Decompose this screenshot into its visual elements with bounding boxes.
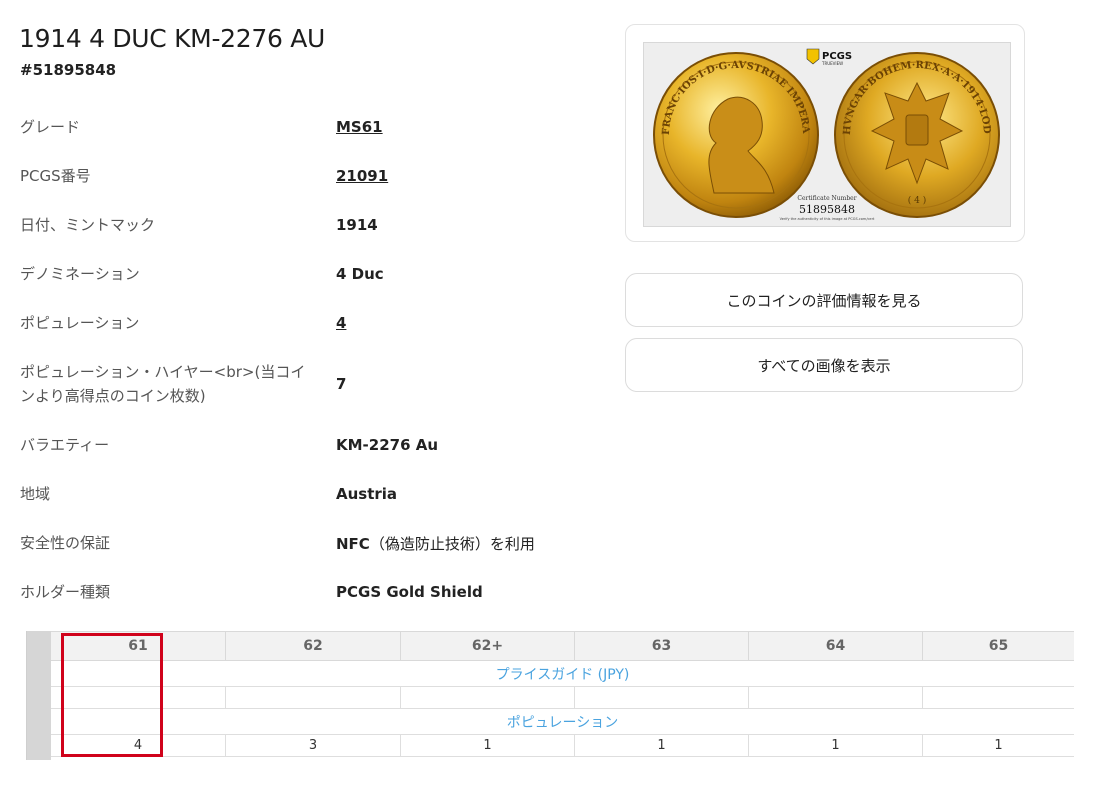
spec-label: ポピュレーション・ハイヤー<br>(当コインより高得点のコイン枚数) (20, 363, 306, 405)
population-cell: 1 (749, 735, 923, 756)
spec-value: NFC（偽造防止技術）を利用 (336, 533, 535, 554)
spec-label: グレード (20, 118, 81, 136)
coin-image: FRANC·IOS·I·D·G·AVSTRIAE IMPERATOR HVNGA… (639, 35, 1010, 226)
cert-label: Certificate Number (797, 195, 856, 202)
pcgs-number-link[interactable]: 21091 (336, 167, 388, 185)
spec-label: 日付、ミントマック (20, 216, 156, 234)
spec-row-grade: グレード MS61 (20, 115, 580, 139)
population-cell: 1 (575, 735, 749, 756)
security-value-main: NFC (336, 534, 370, 553)
price-cell (923, 687, 1074, 708)
security-value-tail: （偽造防止技術）を利用 (369, 534, 535, 553)
grade-header-cell: 64 (749, 632, 923, 660)
spec-row-population-higher: ポピュレーション・ハイヤー<br>(当コインより高得点のコイン枚数) 7 (20, 360, 580, 408)
spec-label: PCGS番号 (20, 167, 91, 185)
price-guide-link[interactable]: プライスガイド (JPY) (51, 661, 1074, 687)
coin-photo[interactable]: FRANC·IOS·I·D·G·AVSTRIAE IMPERATOR HVNGA… (639, 35, 1011, 227)
population-link[interactable]: ポピュレーション (51, 709, 1074, 735)
population-cell: 1 (401, 735, 575, 756)
spec-row-denomination: デノミネーション 4 Duc (20, 262, 580, 286)
spec-row-population: ポピュレーション 4 (20, 311, 580, 335)
population-cell: 3 (226, 735, 401, 756)
price-cell (401, 687, 575, 708)
price-values-row (51, 687, 1074, 709)
view-all-images-button[interactable]: すべての画像を表示 (625, 338, 1023, 392)
page-title: 1914 4 DUC KM-2276 AU (19, 24, 326, 53)
population-cell: 1 (994, 738, 1003, 753)
spec-row-security: 安全性の保証 NFC（偽造防止技術）を利用 (20, 531, 580, 555)
spec-value: 4 Duc (336, 265, 384, 283)
spec-value: Austria (336, 485, 398, 503)
spec-row-date-mintmark: 日付、ミントマック 1914 (20, 213, 580, 237)
verify-text: Verify the authenticity of this image at… (780, 217, 875, 221)
coin-image-card[interactable]: FRANC·IOS·I·D·G·AVSTRIAE IMPERATOR HVNGA… (625, 24, 1025, 242)
grade-link[interactable]: MS61 (336, 118, 383, 136)
table-gutter (27, 631, 51, 760)
cert-number: #51895848 (20, 61, 117, 79)
grade-header-cell: 62+ (401, 632, 575, 660)
grade-header-cell: 65 (988, 638, 1009, 654)
spec-value: 7 (336, 375, 347, 393)
spec-value: PCGS Gold Shield (336, 583, 483, 601)
spec-value: KM-2276 Au (336, 436, 439, 454)
spec-row-variety: バラエティー KM-2276 Au (20, 433, 580, 457)
spec-label: バラエティー (20, 436, 110, 454)
grade-population-table: 61 62 62+ 63 64 65 プライスガイド (JPY) ポピュレーショ… (26, 631, 1074, 760)
population-values-row: 4 3 1 1 1 1 (51, 735, 1074, 757)
spec-row-holder: ホルダー種類 PCGS Gold Shield (20, 580, 580, 604)
cert-value: 51895848 (799, 203, 855, 216)
spec-label: ホルダー種類 (20, 583, 111, 601)
spec-label: デノミネーション (20, 265, 140, 283)
population-link[interactable]: 4 (336, 314, 346, 332)
spec-value: 1914 (336, 216, 378, 234)
price-cell (575, 687, 749, 708)
grade-header-cell: 63 (575, 632, 749, 660)
denomination-mark: ( 4 ) (908, 195, 926, 206)
population-cell: 4 (51, 735, 226, 756)
view-grading-info-button[interactable]: このコインの評価情報を見る (625, 273, 1023, 327)
spec-label: ポピュレーション (20, 314, 140, 332)
price-cell (749, 687, 923, 708)
spec-label: 地域 (20, 485, 51, 503)
grade-header-row: 61 62 62+ 63 64 65 (51, 631, 1074, 661)
grade-header-cell: 61 (51, 632, 226, 660)
spec-row-pcgs-number: PCGS番号 21091 (20, 164, 580, 188)
spec-row-region: 地域 Austria (20, 482, 580, 506)
price-cell (51, 687, 226, 708)
spec-label: 安全性の保証 (20, 534, 111, 552)
grade-header-cell: 62 (226, 632, 401, 660)
svg-text:TRUEVIEW: TRUEVIEW (821, 61, 843, 66)
price-cell (226, 687, 401, 708)
